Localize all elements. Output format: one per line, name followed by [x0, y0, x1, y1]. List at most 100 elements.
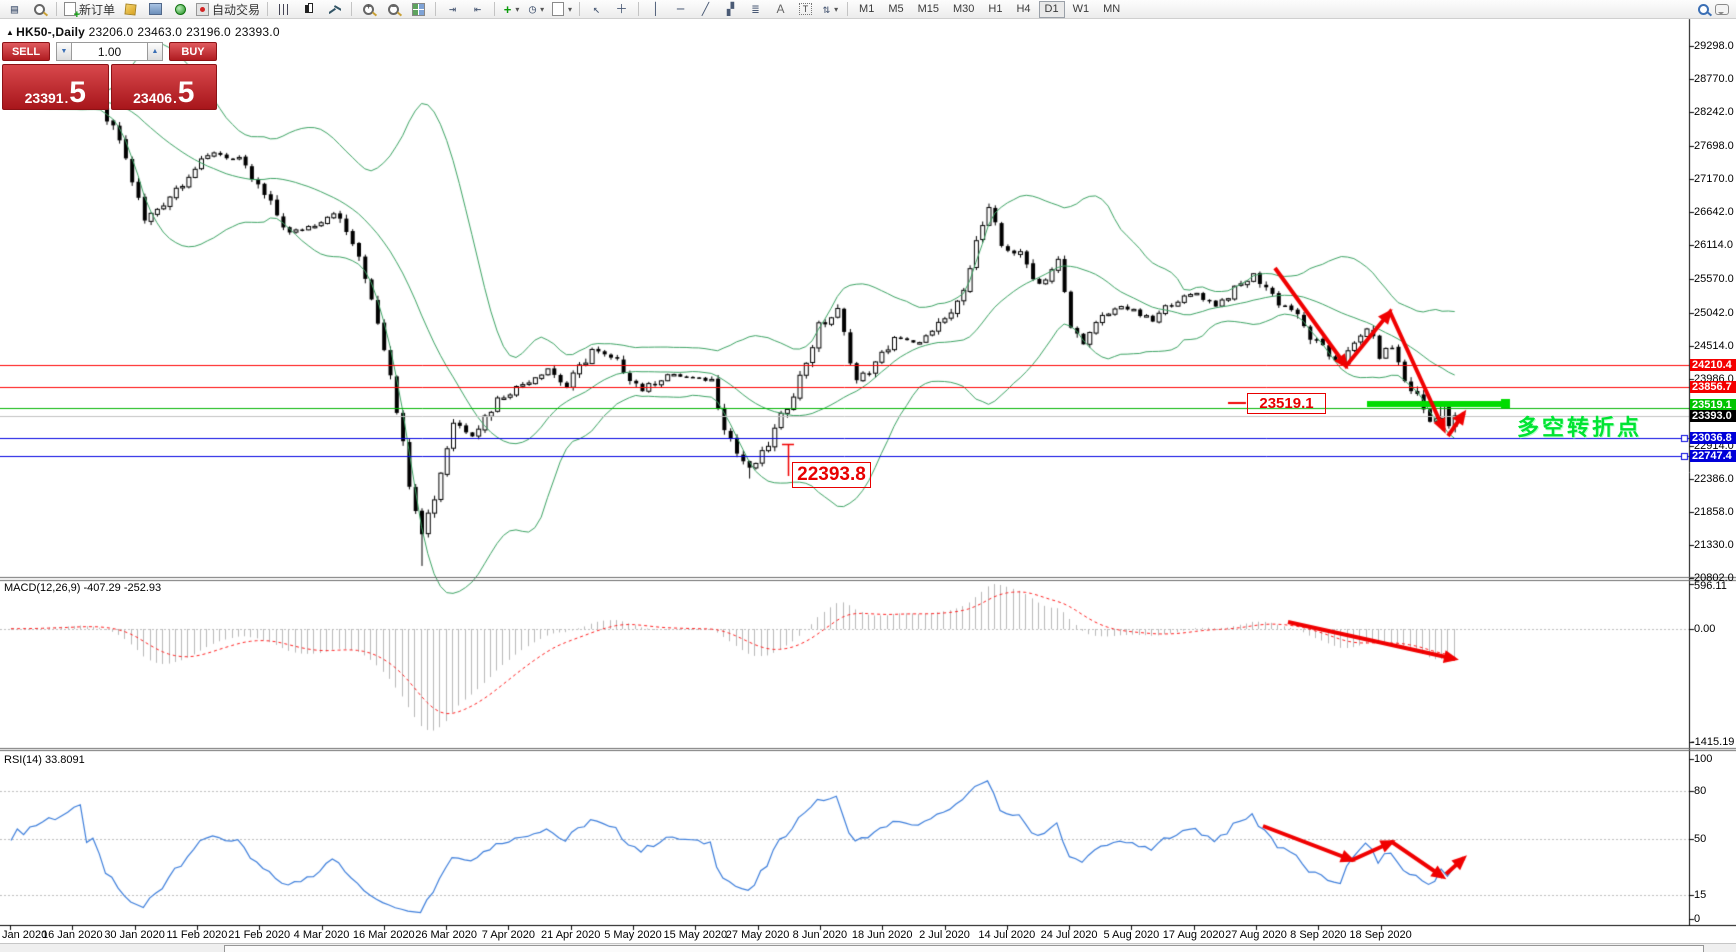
- trendline-icon: ╱: [701, 2, 710, 16]
- ohlc-low: 23196.0: [186, 25, 231, 39]
- price-tick-28242.0: 28242.0: [1694, 105, 1734, 118]
- crosshair-tool-button[interactable]: ＋: [610, 1, 633, 18]
- fibonacci-tool[interactable]: ≣: [744, 1, 767, 18]
- add-indicator-button[interactable]: + ▾: [500, 1, 523, 18]
- market-watch-button[interactable]: [144, 1, 167, 18]
- shapes-tool[interactable]: ⇅ ▾: [819, 1, 842, 18]
- line-chart-icon: [329, 4, 341, 14]
- text-tool[interactable]: A: [769, 1, 792, 18]
- channel-tool[interactable]: ▞: [719, 1, 742, 18]
- date-tick-21: 8 Sep 2020: [1290, 929, 1347, 941]
- search-icon[interactable]: [1698, 3, 1709, 15]
- price-chip-22747.4: 22747.4: [1690, 450, 1736, 463]
- toolbar-separator: [579, 2, 581, 16]
- date-tick-17: 24 Jul 2020: [1040, 929, 1098, 941]
- auto-trading-icon: [196, 2, 210, 16]
- macd-scale-min: -1415.19: [1691, 736, 1735, 748]
- collapse-triangle-icon[interactable]: ▲: [6, 28, 14, 37]
- vertical-line-tool[interactable]: │: [644, 1, 667, 18]
- date-tick-18: 5 Aug 2020: [1103, 929, 1160, 941]
- metaeditor-button[interactable]: [119, 1, 142, 18]
- buy-price-tile[interactable]: 23406. 5: [110, 64, 217, 110]
- cursor-tool-button[interactable]: ↖: [585, 1, 608, 18]
- profile-icon[interactable]: [28, 1, 51, 18]
- tf-m15[interactable]: M15: [912, 1, 945, 18]
- line-chart-button[interactable]: [323, 1, 346, 18]
- fibonacci-icon: ≣: [751, 2, 760, 16]
- timeframe-bar: M1 M5 M15 M30 H1 H4 D1 W1 MN: [853, 0, 1126, 18]
- bar-chart-button[interactable]: [273, 1, 296, 18]
- scrollbar-thumb[interactable]: [224, 945, 1704, 952]
- new-order-icon: [64, 2, 80, 21]
- cn-annotation-text[interactable]: 多空转折点: [1517, 410, 1642, 442]
- new-order-label: 新订单: [79, 2, 116, 17]
- date-tick-19: 17 Aug 2020: [1162, 929, 1225, 941]
- vertical-line-icon: │: [651, 2, 660, 16]
- feedback-bubble-icon[interactable]: [1715, 3, 1729, 15]
- price-chip-23393.0: 23393.0: [1690, 410, 1736, 422]
- tf-mn[interactable]: MN: [1097, 1, 1126, 18]
- price-chip-24210.4: 24210.4: [1690, 358, 1736, 371]
- toolbar-separator: [351, 2, 353, 16]
- rsi-level-0: 0: [1694, 913, 1701, 925]
- price-chip-23036.8: 23036.8: [1690, 432, 1736, 445]
- buy-button[interactable]: BUY: [169, 42, 217, 61]
- price-label-22393[interactable]: 22393.8: [792, 462, 871, 488]
- auto-trading-button[interactable]: 自动交易: [194, 1, 262, 18]
- date-tick-13: 8 Jun 2020: [792, 929, 848, 941]
- bar-chart-icon: [279, 3, 291, 15]
- price-tick-26114.0: 26114.0: [1694, 239, 1733, 252]
- zoom-in-button[interactable]: +: [357, 1, 380, 18]
- candle-chart-button[interactable]: [298, 1, 321, 18]
- chart-window-icon[interactable]: ▤: [3, 1, 26, 18]
- price-label-23519[interactable]: 23519.1: [1247, 393, 1326, 414]
- tf-h1[interactable]: H1: [982, 1, 1008, 18]
- volume-down-button[interactable]: ▼: [56, 42, 72, 61]
- trendline-tool[interactable]: ╱: [694, 1, 717, 18]
- rsi-level-80: 80: [1694, 785, 1707, 797]
- zoom-out-button[interactable]: −: [382, 1, 405, 18]
- tile-windows-button[interactable]: [407, 1, 430, 18]
- template-button[interactable]: ▾: [550, 1, 574, 18]
- new-order-button[interactable]: 新订单: [62, 1, 117, 21]
- buy-price-main: 23406: [133, 90, 173, 106]
- date-tick-12: 27 May 2020: [725, 929, 790, 941]
- tile-windows-icon: [412, 2, 426, 16]
- sell-price-tile[interactable]: 23391. 5: [2, 64, 109, 110]
- toolbar-separator: [494, 2, 496, 16]
- toolbar: ▤ 新订单 自动交易 + − ⇥ ⇤ +▾ ◷▾ ▾ ↖ ＋ │ ─: [0, 0, 1736, 21]
- horizontal-line-tool[interactable]: ─: [669, 1, 692, 18]
- date-tick-14: 18 Jun 2020: [851, 929, 913, 941]
- price-tick-24514.0: 24514.0: [1694, 339, 1734, 352]
- volume-up-button[interactable]: ▲: [147, 42, 163, 61]
- price-tick-28770.0: 28770.0: [1694, 72, 1734, 85]
- rsi-indicator-label: RSI(14) 33.8091: [4, 754, 85, 766]
- auto-trading-label: 自动交易: [212, 2, 261, 17]
- tf-m1[interactable]: M1: [853, 1, 880, 18]
- tf-d1[interactable]: D1: [1038, 0, 1065, 18]
- volume-input[interactable]: [72, 42, 147, 61]
- clock-icon: ◷: [528, 2, 537, 16]
- chart-shift-button[interactable]: ⇤: [466, 1, 489, 18]
- label-tool[interactable]: T: [794, 1, 817, 18]
- text-tool-icon: A: [776, 2, 785, 16]
- horizontal-scrollbar[interactable]: [0, 943, 1736, 952]
- template-icon: [552, 2, 565, 16]
- trading-app-window: ▤ 新订单 自动交易 + − ⇥ ⇤ +▾ ◷▾ ▾ ↖ ＋ │ ─: [0, 0, 1736, 952]
- auto-scroll-button[interactable]: ⇥: [441, 1, 464, 18]
- zoom-in-icon: +: [363, 2, 375, 15]
- tf-m30[interactable]: M30: [947, 1, 980, 18]
- date-tick-4: 21 Feb 2020: [228, 929, 291, 941]
- date-tick-9: 21 Apr 2020: [541, 929, 601, 941]
- date-tick-8: 7 Apr 2020: [481, 929, 535, 941]
- toolbar-separator: [267, 2, 269, 16]
- tf-h4[interactable]: H4: [1010, 1, 1036, 18]
- tf-w1[interactable]: W1: [1067, 1, 1096, 18]
- signals-button[interactable]: [169, 1, 192, 18]
- macd-scale-max: 596.11: [1694, 580, 1727, 592]
- add-indicator-icon: +: [503, 1, 512, 17]
- tf-m5[interactable]: M5: [882, 1, 909, 18]
- sell-button[interactable]: SELL: [2, 42, 50, 61]
- timeframe-menu-button[interactable]: ◷ ▾: [525, 1, 548, 18]
- toolbar-separator: [847, 2, 849, 16]
